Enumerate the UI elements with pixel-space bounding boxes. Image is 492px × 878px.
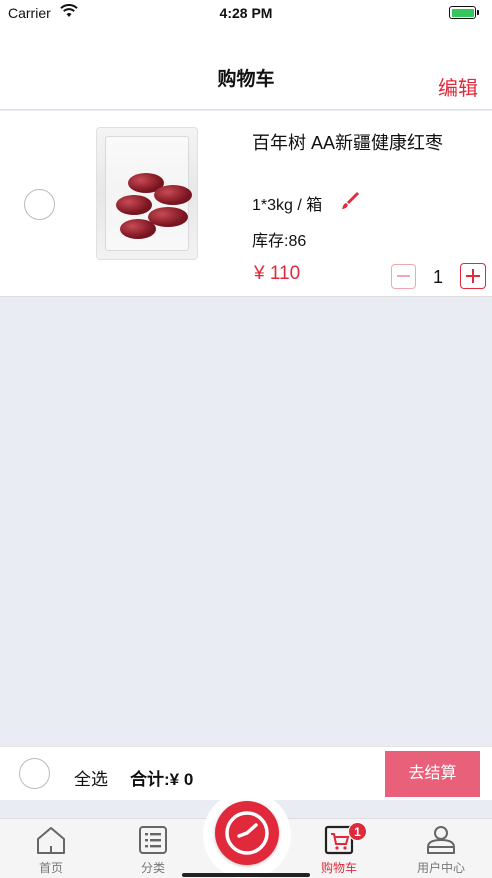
product-package: [105, 136, 192, 251]
tab-label: 首页: [38, 861, 63, 875]
list-icon: [139, 826, 167, 854]
user-icon: [427, 826, 455, 854]
home-icon: [37, 827, 65, 854]
product-stock: 库存:86: [252, 233, 307, 250]
edit-button[interactable]: 编辑: [438, 72, 478, 101]
tab-home[interactable]: 首页: [2, 819, 100, 878]
select-all-label[interactable]: 全选: [74, 765, 108, 790]
brush-edit-icon[interactable]: [340, 190, 360, 210]
quantity-value: 1: [432, 267, 443, 287]
status-bar: Carrier 4:28 PM: [0, 0, 492, 26]
select-all-checkbox[interactable]: [19, 758, 50, 789]
quantity-decrease-button[interactable]: [391, 264, 416, 289]
product-name: 百年树 AA新疆健康红枣: [252, 133, 444, 153]
product-price: ¥ 110: [254, 263, 301, 284]
product-spec: 1*3kg / 箱: [252, 197, 323, 214]
clock-time: 4:28 PM: [219, 5, 273, 21]
tab-label: 用户中心: [416, 861, 465, 875]
home-indicator: [182, 873, 310, 877]
checkout-button[interactable]: 去结算: [385, 751, 480, 797]
date-graphic: [116, 195, 152, 215]
date-graphic: [154, 185, 192, 205]
clock-icon: [225, 811, 269, 855]
total-amount: 合计:¥ 0: [130, 765, 193, 790]
item-select-checkbox[interactable]: [24, 189, 55, 220]
total-label: 合计:: [130, 770, 170, 789]
battery-icon: [449, 6, 479, 19]
page-title: 购物车: [217, 69, 275, 90]
quantity-increase-button[interactable]: [460, 263, 486, 289]
tab-cart[interactable]: 1 购物车: [290, 819, 388, 878]
nav-bar: 购物车 编辑: [0, 26, 492, 110]
center-clock-button[interactable]: [215, 801, 279, 865]
tab-category[interactable]: 分类: [104, 819, 202, 878]
product-image[interactable]: [96, 127, 198, 260]
date-graphic: [120, 219, 156, 239]
cart-item: 百年树 AA新疆健康红枣 1*3kg / 箱 库存:86 ¥ 110 1: [0, 111, 492, 297]
total-value: ¥ 0: [169, 770, 194, 789]
tab-user-center[interactable]: 用户中心: [392, 819, 490, 878]
cart-count-badge: 1: [348, 822, 367, 841]
